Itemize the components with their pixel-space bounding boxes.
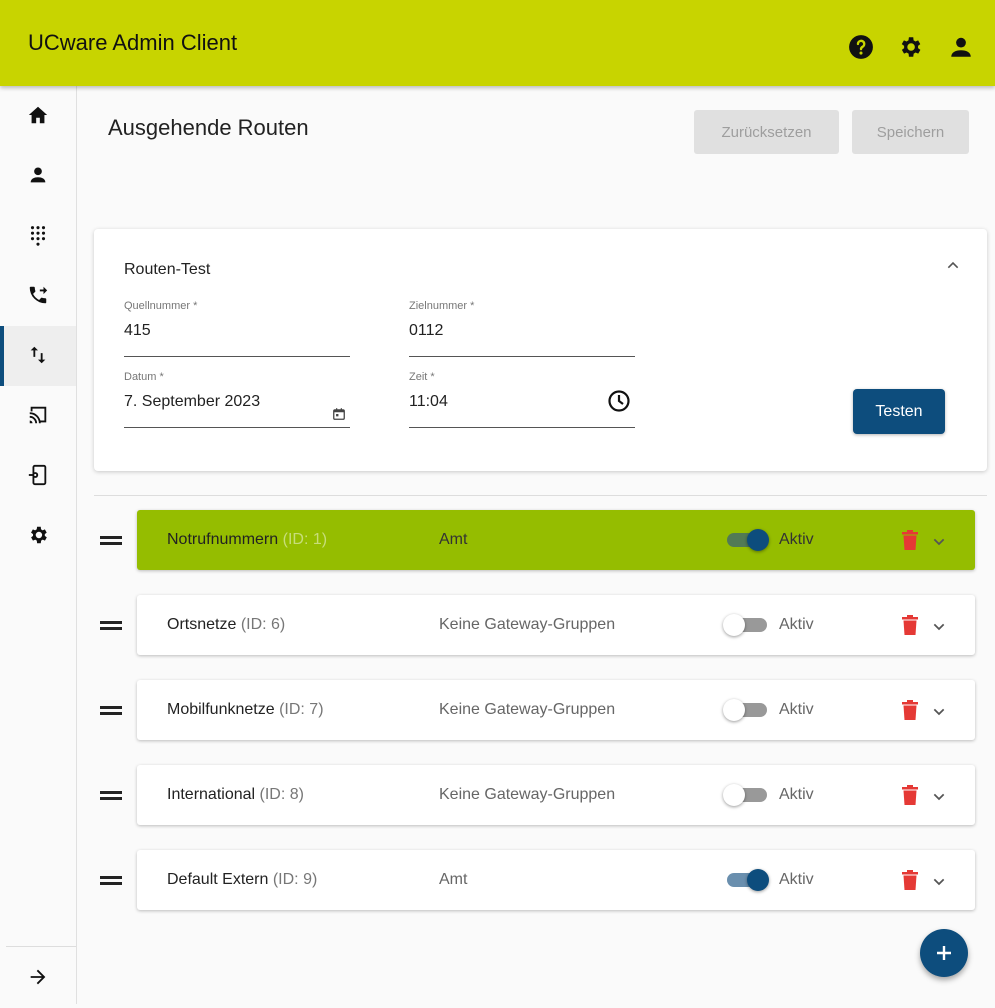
route-id: (ID: 9) [272,871,318,888]
target-number-label: Zielnummer * [409,300,475,312]
route-gateway: Keine Gateway-Gruppen [439,786,616,803]
chevron-down-icon[interactable] [931,534,947,550]
route-row-notrufnummern[interactable]: Notrufnummern (ID: 1) Amt Aktiv [137,510,975,570]
source-number-field[interactable]: Quellnummer * 415 [124,300,350,357]
save-button[interactable]: Speichern [852,110,969,154]
sidebar-item-routes[interactable] [0,326,76,386]
drag-handle-icon[interactable] [100,621,122,630]
sidebar-divider [6,946,76,947]
phone-forward-icon [29,286,48,304]
time-field[interactable]: Zeit * 11:04 [409,371,635,428]
source-number-label: Quellnummer * [124,300,198,312]
route-gateway: Amt [439,531,468,548]
trash-icon[interactable] [902,700,918,720]
test-button[interactable]: Testen [853,389,945,434]
sidebar-item-dialpad[interactable] [0,206,76,266]
gear-icon [31,526,47,544]
sidebar-item-device-settings[interactable] [0,446,76,506]
route-row-default-extern[interactable]: Default Extern (ID: 9) Amt Aktiv [137,850,975,910]
route-gateway: Keine Gateway-Gruppen [439,616,616,633]
arrow-right-icon [30,969,46,985]
page-title: Ausgehende Routen [108,115,309,140]
route-active-label: Aktiv [779,871,814,888]
trash-icon[interactable] [902,615,918,635]
drag-handle-icon[interactable] [100,536,122,545]
route-name: Ortsnetze (ID: 6) [167,616,286,633]
drag-handle-icon[interactable] [100,876,122,885]
route-name: International (ID: 8) [167,786,304,803]
source-number-value: 415 [124,322,151,339]
sidebar-item-settings[interactable] [0,506,76,566]
route-active-label: Aktiv [779,531,814,548]
swap-vert-icon [30,346,46,364]
sidebar [0,86,77,1004]
help-icon[interactable] [848,34,874,60]
time-label: Zeit * [409,371,435,383]
route-id: (ID: 6) [240,616,286,633]
sidebar-item-cast[interactable] [0,386,76,446]
sidebar-expand-button[interactable] [0,948,76,1008]
user-icon[interactable] [948,34,974,60]
trash-icon[interactable] [902,870,918,890]
target-number-field[interactable]: Zielnummer * 0112 [409,300,635,357]
sidebar-item-home[interactable] [0,86,76,146]
target-number-value: 0112 [409,322,444,339]
route-row-mobilfunknetze[interactable]: Mobilfunknetze (ID: 7) Keine Gateway-Gru… [137,680,975,740]
reset-button[interactable]: Zurücksetzen [694,110,839,154]
app-title: UCware Admin Client [28,30,238,55]
calendar-icon[interactable] [332,407,346,421]
sidebar-item-call-forward[interactable] [0,266,76,326]
time-value: 11:04 [409,393,448,410]
trash-icon[interactable] [902,785,918,805]
phonelink-setup-icon [28,464,47,486]
sidebar-item-users[interactable] [0,146,76,206]
date-field[interactable]: Datum * 7. September 2023 [124,371,350,428]
settings-icon[interactable] [897,34,923,60]
route-active-toggle[interactable] [725,529,771,551]
route-active-label: Aktiv [779,701,814,718]
route-name: Default Extern (ID: 9) [167,871,318,888]
route-id: (ID: 8) [259,786,304,803]
person-icon [30,167,46,183]
route-name: Mobilfunknetze (ID: 7) [167,701,324,718]
cast-icon [29,406,47,424]
add-route-button[interactable] [920,929,968,977]
route-active-toggle[interactable] [723,784,771,806]
route-row-international[interactable]: International (ID: 8) Keine Gateway-Grup… [137,765,975,825]
drag-handle-icon[interactable] [100,791,122,800]
plus-icon [937,946,951,960]
dialpad-icon [30,226,46,246]
date-value: 7. September 2023 [124,393,261,410]
route-active-label: Aktiv [779,616,814,633]
route-test-card: Routen-Test Quellnummer * 415 Zielnummer… [94,229,987,471]
chevron-down-icon[interactable] [931,874,947,890]
trash-icon[interactable] [902,530,918,550]
route-row-ortsnetze[interactable]: Ortsnetze (ID: 6) Keine Gateway-Gruppen … [137,595,975,655]
route-active-label: Aktiv [779,786,814,803]
drag-handle-icon[interactable] [100,706,122,715]
route-gateway: Keine Gateway-Gruppen [439,701,616,718]
section-divider [94,495,987,496]
route-test-title: Routen-Test [124,261,211,278]
route-id: (ID: 7) [279,701,324,718]
date-label: Datum * [124,371,164,383]
chevron-down-icon[interactable] [931,789,947,805]
home-icon [28,106,48,124]
route-active-toggle[interactable] [723,614,771,636]
route-id: (ID: 1) [282,531,328,548]
route-gateway: Amt [439,871,468,888]
route-name: Notrufnummern (ID: 1) [167,531,328,548]
route-active-toggle[interactable] [725,869,771,891]
top-app-bar: UCware Admin Client [0,0,995,86]
chevron-down-icon[interactable] [931,619,947,635]
clock-icon[interactable] [607,389,631,413]
chevron-down-icon[interactable] [931,704,947,720]
route-active-toggle[interactable] [723,699,771,721]
chevron-up-icon[interactable] [945,257,961,273]
